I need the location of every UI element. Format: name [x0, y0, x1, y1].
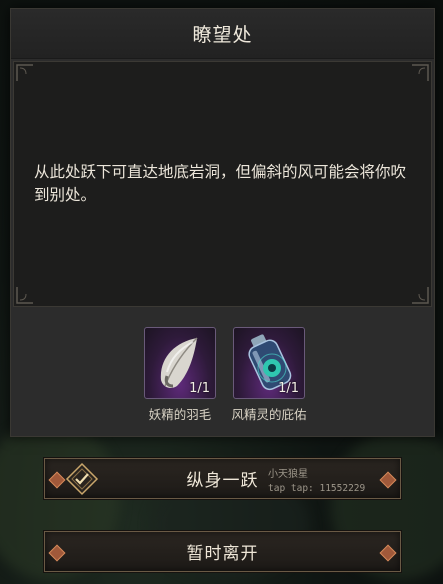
- reward-item-spirit-blessing[interactable]: 1/1 风精灵的庇佑: [231, 327, 307, 423]
- leave-button[interactable]: 暂时离开: [44, 531, 401, 572]
- event-dialog: 瞭望处 从此处跃下可直达地底岩洞，但偏斜的风可能会将你吹到别处。 1/1 妖精的…: [10, 8, 435, 437]
- reward-name: 风精灵的庇佑: [231, 407, 307, 422]
- diamond-ornament-icon: [379, 471, 397, 488]
- dialog-title: 瞭望处: [192, 24, 253, 46]
- reward-list: 1/1 妖精的羽毛 1/1 风精灵的庇佑: [11, 327, 434, 431]
- watermark: 小天狼星 tap tap: 11552229: [268, 468, 365, 496]
- reward-name: 妖精的羽毛: [148, 407, 212, 422]
- corner-ornament-icon: [16, 64, 34, 82]
- diamond-ornament-icon: [48, 471, 66, 488]
- corner-ornament-icon: [411, 286, 429, 304]
- watermark-id: tap tap: 11552229: [268, 483, 366, 494]
- reward-item-feather[interactable]: 1/1 妖精的羽毛: [142, 327, 218, 423]
- corner-ornament-icon: [16, 286, 34, 304]
- leave-button-label: 暂时离开: [186, 544, 259, 564]
- reward-slot: 1/1: [144, 327, 216, 399]
- jump-button-label: 纵身一跃: [186, 471, 259, 491]
- dialog-title-bar: 瞭望处: [11, 9, 434, 59]
- diamond-ornament-icon: [48, 544, 66, 561]
- diamond-ornament-icon: [379, 544, 397, 561]
- reward-slot: 1/1: [233, 327, 305, 399]
- corner-ornament-icon: [411, 64, 429, 82]
- description-panel: 从此处跃下可直达地底岩洞，但偏斜的风可能会将你吹到别处。: [13, 61, 432, 307]
- reward-count: 1/1: [189, 381, 210, 396]
- event-description: 从此处跃下可直达地底岩洞，但偏斜的风可能会将你吹到别处。: [34, 163, 407, 204]
- reward-count: 1/1: [278, 381, 299, 396]
- watermark-name: 小天狼星: [268, 469, 308, 480]
- confirm-check-icon: [65, 462, 99, 495]
